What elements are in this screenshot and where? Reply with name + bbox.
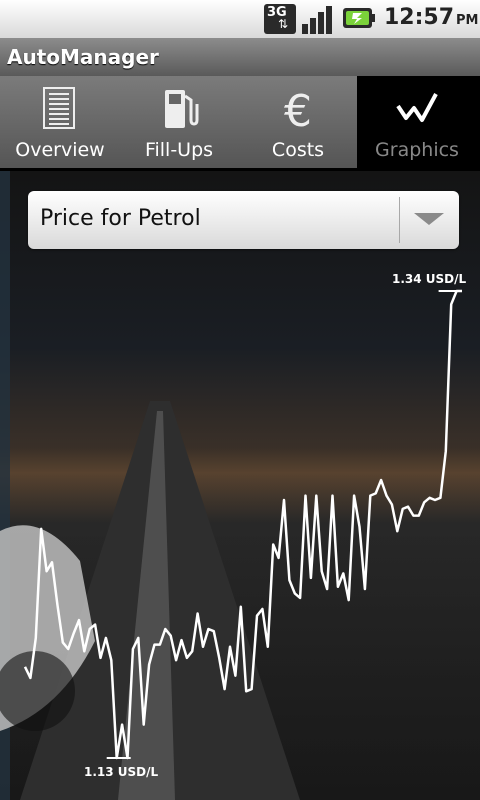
data-arrows-icon: ⇅ — [278, 17, 289, 31]
road-background-image — [0, 171, 300, 800]
fuel-pump-icon — [165, 90, 199, 128]
time-value: 12:57 — [384, 5, 455, 30]
tab-bar: Overview Fill-Ups € Costs Graphics — [0, 76, 480, 247]
selector-divider — [399, 197, 400, 243]
min-value-label: 1.13 USD/L — [84, 765, 159, 779]
tab-costs[interactable]: € Costs — [238, 76, 358, 168]
svg-text:€: € — [284, 86, 312, 132]
tab-overview[interactable]: Overview — [0, 76, 120, 168]
list-icon — [43, 87, 75, 129]
chart-background — [0, 171, 480, 800]
line-graph-icon — [396, 93, 438, 122]
metric-selector-value: Price for Petrol — [40, 206, 201, 231]
battery-charging-icon — [343, 8, 375, 28]
tab-graphics[interactable]: Graphics — [357, 76, 477, 168]
status-time: 12:57 PM — [384, 5, 479, 30]
tab-graphics-label: Graphics — [375, 139, 459, 161]
chevron-down-icon[interactable] — [412, 209, 446, 229]
app-title-bar: AutoManager — [0, 38, 480, 76]
status-bar: 3G ⇅ 12:57 PM — [0, 0, 480, 38]
network-3g-icon: 3G ⇅ — [264, 4, 296, 34]
max-value-label: 1.34 USD/L — [392, 272, 467, 286]
tab-fill-ups[interactable]: Fill-Ups — [119, 76, 239, 168]
time-ampm: PM — [456, 13, 479, 28]
tab-overview-label: Overview — [15, 139, 105, 161]
tab-fill-ups-label: Fill-Ups — [144, 139, 214, 161]
tab-costs-label: Costs — [271, 139, 325, 161]
app-title: AutoManager — [7, 45, 159, 69]
signal-icon — [302, 4, 336, 34]
metric-selector[interactable]: Price for Petrol — [28, 191, 459, 249]
euro-icon: € — [284, 86, 312, 132]
